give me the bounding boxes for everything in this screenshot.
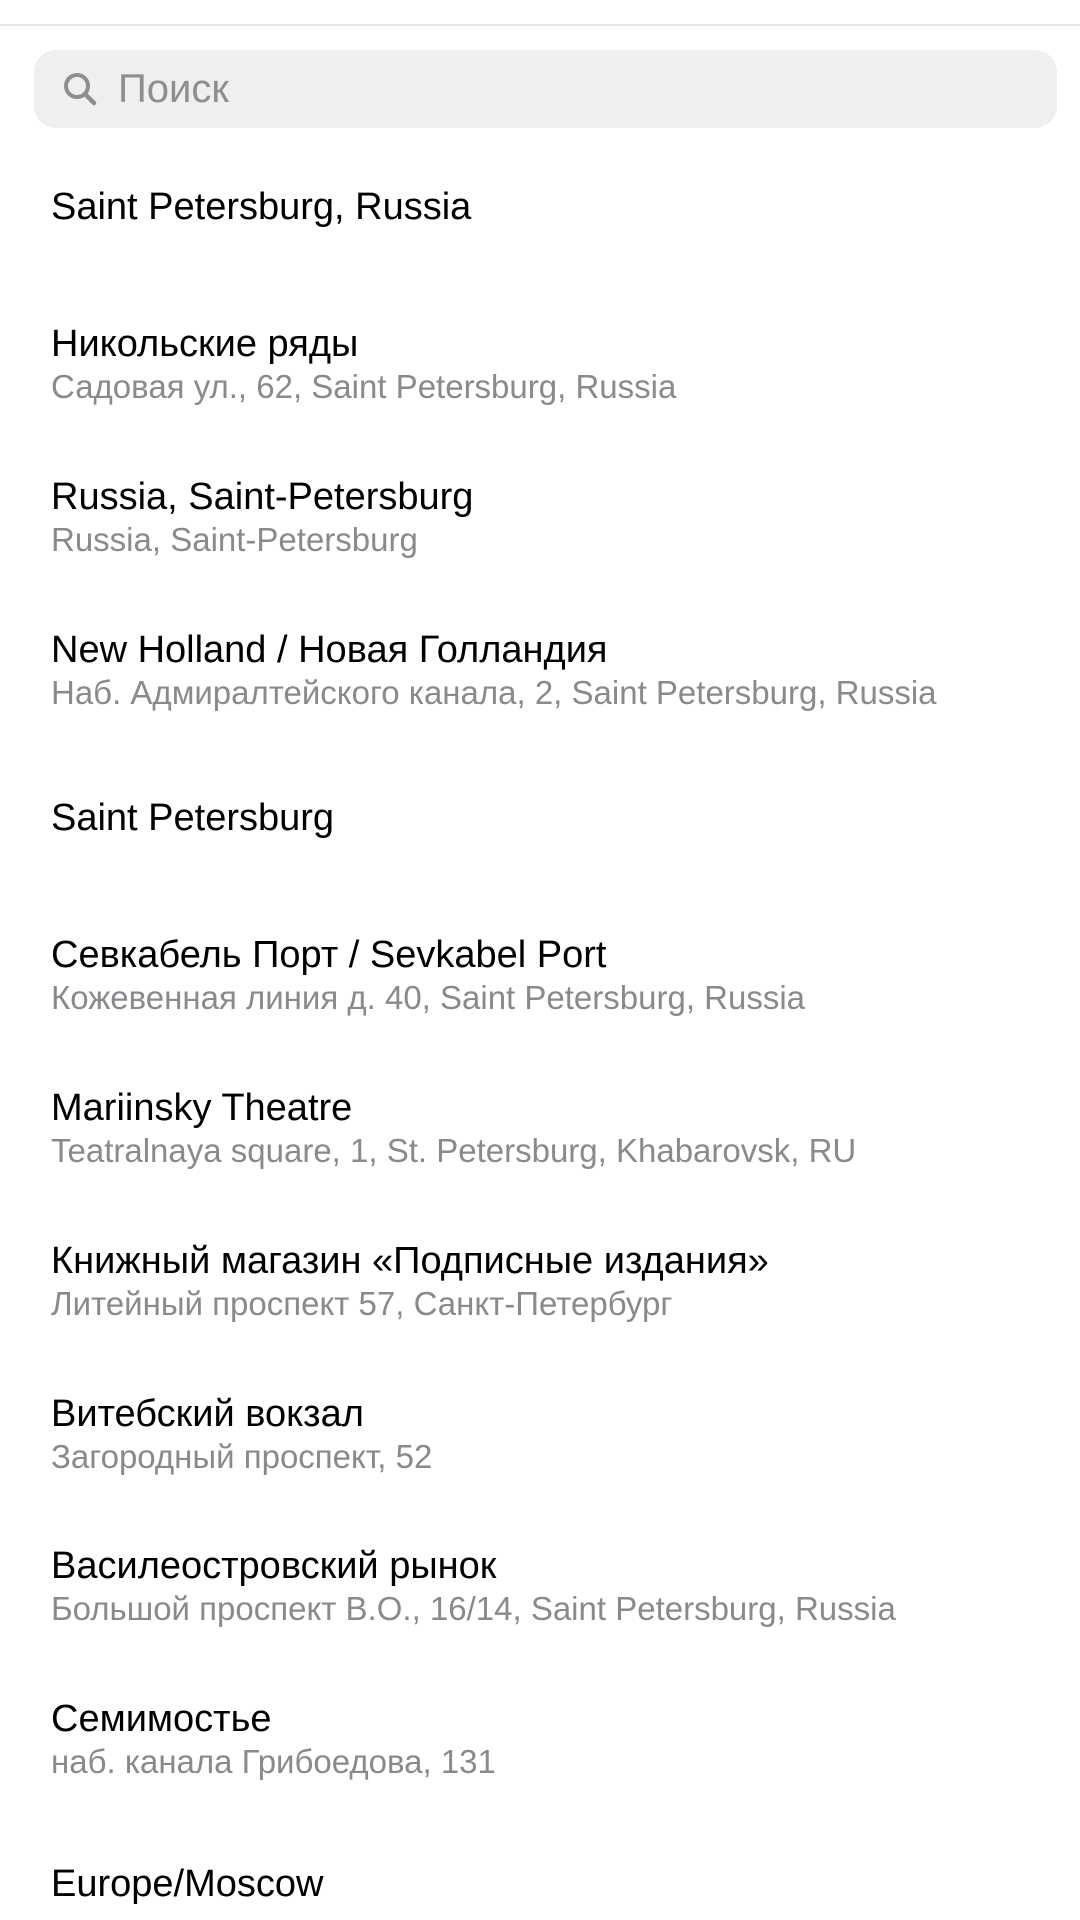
result-title: Saint Petersburg xyxy=(51,797,335,839)
result-subtitle: наб. канала Грибоедова, 131 xyxy=(51,1743,496,1780)
result-item[interactable]: Russia, Saint-Petersburg Russia, Saint-P… xyxy=(51,474,1051,560)
result-subtitle: Russia, Saint-Petersburg xyxy=(51,521,418,558)
result-item[interactable]: Saint Petersburg xyxy=(51,795,1051,841)
result-item[interactable]: Василеостровский рынок Большой проспект … xyxy=(51,1543,1051,1629)
result-item[interactable]: Семимостье наб. канала Грибоедова, 131 xyxy=(51,1696,1051,1782)
result-title: Europe/Moscow xyxy=(51,1863,324,1905)
result-item[interactable]: Saint Petersburg, Russia xyxy=(51,184,1051,230)
result-item[interactable]: New Holland / Новая Голландия Наб. Адмир… xyxy=(51,627,1051,713)
result-title: New Holland / Новая Голландия xyxy=(51,629,608,671)
result-title: Никольские ряды xyxy=(51,323,359,365)
result-subtitle: Кожевенная линия д. 40, Saint Petersburg… xyxy=(51,979,806,1016)
results-list: Saint Petersburg, Russia Никольские ряды… xyxy=(0,0,1080,1920)
result-subtitle: Садовая ул., 62, Saint Petersburg, Russi… xyxy=(51,368,677,405)
result-item[interactable]: Витебский вокзал Загородный проспект, 52 xyxy=(51,1391,1051,1477)
result-subtitle: Литейный проспект 57, Санкт-Петербург xyxy=(51,1285,673,1322)
result-title: Василеостровский рынок xyxy=(51,1545,497,1587)
result-subtitle: Загородный проспект, 52 xyxy=(51,1438,433,1475)
result-title: Книжный магазин «Подписные издания» xyxy=(51,1240,769,1282)
result-title: Mariinsky Theatre xyxy=(51,1087,353,1129)
result-subtitle: Большой проспект В.О., 16/14, Saint Pete… xyxy=(51,1590,896,1627)
result-item[interactable]: Севкабель Порт / Sevkabel Port Кожевенна… xyxy=(51,932,1051,1018)
result-title: Севкабель Порт / Sevkabel Port xyxy=(51,934,607,976)
result-title: Витебский вокзал xyxy=(51,1393,364,1435)
result-subtitle: Teatralnaya square, 1, St. Petersburg, K… xyxy=(51,1132,857,1169)
result-title: Russia, Saint-Petersburg xyxy=(51,476,474,518)
result-item[interactable]: Никольские ряды Садовая ул., 62, Saint P… xyxy=(51,321,1051,407)
result-item[interactable]: Mariinsky Theatre Teatralnaya square, 1,… xyxy=(51,1085,1051,1171)
result-subtitle: Наб. Адмиралтейского канала, 2, Saint Pe… xyxy=(51,674,937,711)
result-title: Saint Petersburg, Russia xyxy=(51,186,472,228)
result-title: Семимостье xyxy=(51,1698,272,1740)
result-item[interactable]: Книжный магазин «Подписные издания» Лите… xyxy=(51,1238,1051,1324)
result-item[interactable]: Europe/Moscow xyxy=(51,1861,1051,1907)
